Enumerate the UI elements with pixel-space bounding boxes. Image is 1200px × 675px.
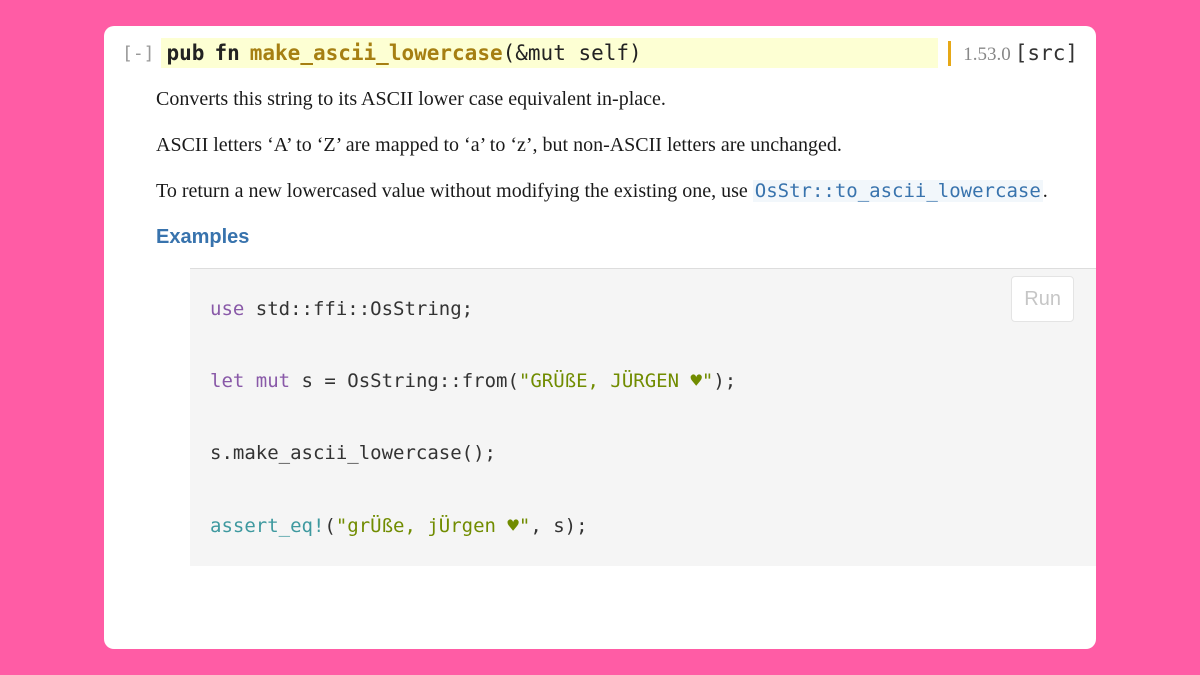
token-keyword: use [210,298,244,320]
token-plain: s.make_ascii_lowercase(); [210,442,496,464]
examples-heading[interactable]: Examples [156,222,1078,252]
token-macro: assert_eq! [210,515,324,537]
function-args: (&mut self) [503,41,642,65]
code-line: use std::ffi::OsString; [210,291,1076,327]
code-line: let mut s = OsString::from("GRÜßE, JÜRGE… [210,363,1076,399]
run-button[interactable]: Run [1011,276,1074,322]
doc-container: [-] pub fn make_ascii_lowercase (&mut se… [104,26,1096,649]
token-plain: ); [713,370,736,392]
token-keyword: mut [256,370,290,392]
keyword-fn: fn [214,41,239,65]
code-line [210,327,1076,363]
version-box: 1.53.0 [src] [948,41,1078,66]
token-keyword: let [210,370,244,392]
source-link[interactable]: [src] [1015,41,1078,65]
description-paragraph: To return a new lowercased value without… [156,176,1078,206]
code-line: s.make_ascii_lowercase(); [210,435,1076,471]
code-line [210,399,1076,435]
token-plain: std::ffi::OsString; [244,298,473,320]
description: Converts this string to its ASCII lower … [156,84,1078,566]
code-line: assert_eq!("grÜße, jÜrgen ♥", s); [210,508,1076,544]
token-plain: , s); [530,515,587,537]
text: . [1043,180,1048,202]
function-signature: pub fn make_ascii_lowercase (&mut self) [161,38,939,68]
token-plain: s = OsString::from( [290,370,519,392]
api-link[interactable]: OsStr::to_ascii_lowercase [753,180,1043,202]
token-plain [244,370,255,392]
token-string: "grÜße, jÜrgen ♥" [336,515,530,537]
text: To return a new lowercased value without… [156,180,753,202]
function-name: make_ascii_lowercase [250,41,503,65]
collapse-toggle[interactable]: [-] [122,43,155,64]
since-version: 1.53.0 [963,44,1011,66]
description-paragraph: Converts this string to its ASCII lower … [156,84,1078,114]
token-plain: ( [324,515,335,537]
code-example: Run use std::ffi::OsString; let mut s = … [190,268,1096,566]
description-paragraph: ASCII letters ‘A’ to ‘Z’ are mapped to ‘… [156,130,1078,160]
function-header: [-] pub fn make_ascii_lowercase (&mut se… [122,38,1078,68]
keyword-pub: pub [167,41,205,65]
token-string: "GRÜßE, JÜRGEN ♥" [519,370,713,392]
code-line [210,471,1076,507]
